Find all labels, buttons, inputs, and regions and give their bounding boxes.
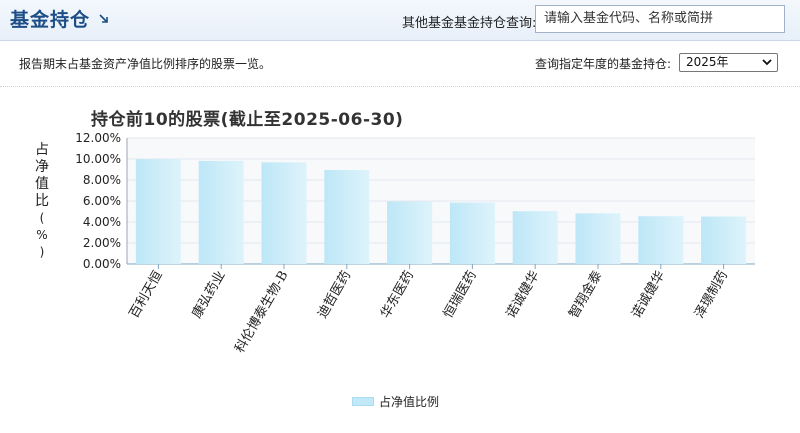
bar [198,160,244,264]
x-tick-label: 诺诚健华 [504,269,543,322]
bar [261,162,307,264]
y-tick-label: 0.00% [83,257,121,271]
y-tick-label: 10.00% [75,152,121,166]
x-tick-label: 迪哲医药 [315,269,354,322]
x-tick-label: 智翔金泰 [566,268,606,321]
x-tick-label: 泽璟制药 [692,269,731,322]
x-tick-label: 恒瑞医药 [441,269,480,322]
y-tick-label: 6.00% [83,194,121,208]
legend-swatch [352,397,374,406]
x-tick-label: 诺诚健华 [629,269,668,322]
y-tick-label: 4.00% [83,215,121,229]
legend-label: 占净值比例 [379,395,440,409]
bar [575,213,621,264]
bar-chart: 0.00% 2.00% 4.00% 6.00% 8.00% 10.00% 12.00% 百利天… [75,131,755,356]
bar [512,211,558,264]
bar [135,159,181,264]
x-tick-label: 科伦博泰生物-B [232,269,291,356]
y-tick-label: 8.00% [83,173,121,187]
bar [387,201,433,264]
bar [638,216,684,264]
x-tick-label: 华东医药 [378,269,417,322]
y-tick-label: 2.00% [83,236,121,250]
x-tick-label: 康弘药业 [189,268,229,321]
bar [324,170,370,264]
x-tick-label: 百利天恒 [127,269,166,322]
bar [701,216,747,264]
bar [449,202,495,264]
y-tick-label: 12.00% [75,131,121,145]
